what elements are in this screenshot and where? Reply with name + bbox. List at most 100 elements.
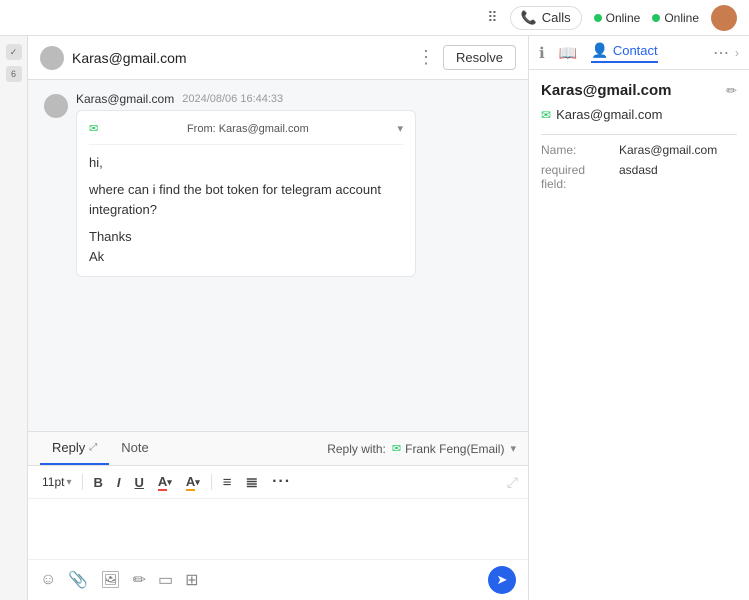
message-sender: Karas@gmail.com (76, 92, 174, 106)
online-badge-1: Online (594, 11, 641, 25)
reply-with-chevron-icon[interactable]: ▾ (510, 442, 516, 455)
from-chevron-icon[interactable]: ▾ (397, 121, 403, 138)
more-toolbar-button[interactable]: ··· (267, 470, 296, 494)
reply-tabs: Reply ⤢ Note Reply with: ✉ Frank Feng(Em… (28, 432, 528, 466)
panel-chevron-right-icon[interactable]: › (735, 46, 739, 60)
reply-with-email: ✉ Frank Feng(Email) (392, 442, 505, 456)
contact-email-header: Karas@gmail.com ✏ (541, 82, 737, 99)
expand-icon: ⤢ (89, 442, 97, 453)
apps-icon: ⠿ (487, 9, 497, 26)
message-group: Karas@gmail.com 2024/08/06 16:44:33 ✉ Fr… (44, 92, 512, 277)
strip-indicator-2: 6 (6, 66, 22, 82)
attach-icon[interactable]: 📎 (68, 570, 88, 590)
editor-toolbar: 11pt ▾ B I U A ▾ A ▾ (28, 466, 528, 499)
info-icon[interactable]: ℹ (539, 44, 545, 62)
left-strip: ✓ 6 (0, 36, 28, 600)
online-label-2: Online (664, 11, 699, 25)
contact-info: Karas@gmail.com ✏ ✉ Karas@gmail.com Name… (529, 70, 749, 203)
toolbar-divider-1 (82, 474, 83, 490)
chat-panel: Karas@gmail.com ⋮ Resolve Karas@gmail.co… (28, 36, 529, 600)
emoji-icon[interactable]: ☺ (40, 571, 56, 589)
right-panel: ℹ 📖 👤 Contact ⋯ › Karas@gmail.com ✏ ✉ Ka… (529, 36, 749, 600)
chat-header-left: Karas@gmail.com (40, 46, 187, 70)
chat-header: Karas@gmail.com ⋮ Resolve (28, 36, 528, 80)
chat-user-avatar (40, 46, 64, 70)
message-header: Karas@gmail.com 2024/08/06 16:44:33 (76, 92, 512, 106)
chat-user-name: Karas@gmail.com (72, 50, 187, 66)
online-label-1: Online (606, 11, 641, 25)
message-line3: Thanks (89, 227, 403, 247)
chat-header-right: ⋮ Resolve (417, 45, 516, 70)
message-from-label: From: Karas@gmail.com (187, 121, 309, 138)
message-from-row: ✉ From: Karas@gmail.com ▾ (89, 121, 403, 145)
panel-more-icon[interactable]: ⋯ (713, 43, 729, 63)
text-color-label: A (158, 474, 167, 491)
italic-button[interactable]: I (112, 472, 126, 493)
topbar: ⠿ 📞 Calls Online Online (0, 0, 749, 36)
send-button[interactable]: ➤ (488, 566, 516, 594)
contact-email-badge-icon: ✉ (541, 108, 551, 122)
underline-button[interactable]: U (130, 472, 149, 493)
message-line4: Ak (89, 247, 403, 267)
chat-more-icon[interactable]: ⋮ (417, 47, 435, 68)
message-line1: hi, (89, 153, 403, 173)
right-panel-icons: ℹ 📖 👤 Contact (539, 42, 658, 63)
send-icon: ➤ (497, 572, 508, 588)
editor-content[interactable] (28, 499, 528, 559)
tab-reply[interactable]: Reply ⤢ (40, 432, 109, 465)
editor-bottom: ☺ 📎 🖼 ✏ ▭ ⊞ ➤ (28, 559, 528, 600)
bottom-icons: ☺ 📎 🖼 ✏ ▭ ⊞ (40, 570, 199, 590)
resize-handle-icon[interactable]: ⤢ (507, 474, 518, 491)
email-from-icon: ✉ (89, 121, 98, 138)
chat-messages: Karas@gmail.com 2024/08/06 16:44:33 ✉ Fr… (28, 80, 528, 431)
phone-icon: 📞 (521, 10, 537, 26)
bold-button[interactable]: B (89, 472, 108, 493)
strip-indicator-1: ✓ (6, 44, 22, 60)
contact-person-icon: 👤 (591, 42, 608, 59)
main-layout: ✓ 6 Karas@gmail.com ⋮ Resolve Karas@gmai… (0, 36, 749, 600)
contact-field-name-label: Name: (541, 143, 611, 157)
font-size-select[interactable]: 11pt ▾ (38, 473, 76, 491)
toolbar-divider-2 (211, 474, 212, 490)
contact-divider (541, 134, 737, 135)
online-badge-2: Online (652, 11, 699, 25)
tab-reply-label: Reply (52, 440, 85, 455)
contact-email-text: Karas@gmail.com (556, 107, 662, 122)
highlight-button[interactable]: A ▾ (181, 471, 205, 494)
reply-with: Reply with: ✉ Frank Feng(Email) ▾ (327, 442, 516, 456)
font-size-chevron-icon: ▾ (66, 477, 71, 488)
email-icon-small: ✉ (392, 442, 401, 455)
contact-field-name-row: Name: Karas@gmail.com (541, 143, 737, 157)
contact-required-label: required field: (541, 163, 611, 191)
message-bubble: ✉ From: Karas@gmail.com ▾ hi, where can … (76, 110, 416, 277)
numbered-list-button[interactable]: ≣ (241, 470, 264, 494)
highlight-label: A (186, 474, 195, 491)
user-avatar[interactable] (711, 5, 737, 31)
reply-area: Reply ⤢ Note Reply with: ✉ Frank Feng(Em… (28, 431, 528, 600)
template-icon[interactable]: ▭ (158, 570, 173, 590)
calls-button[interactable]: 📞 Calls (510, 6, 582, 30)
text-color-chevron-icon: ▾ (167, 477, 172, 488)
resolve-button[interactable]: Resolve (443, 45, 516, 70)
reply-with-label: Reply with: (327, 442, 386, 456)
signature-icon[interactable]: ✏ (133, 570, 146, 590)
text-color-button[interactable]: A ▾ (153, 471, 177, 494)
font-size-value: 11pt (42, 475, 64, 489)
online-dot-1 (594, 14, 602, 22)
message-content: Karas@gmail.com 2024/08/06 16:44:33 ✉ Fr… (76, 92, 512, 277)
calls-label: Calls (542, 10, 571, 25)
tab-contact[interactable]: 👤 Contact (591, 42, 657, 63)
bold-label: B (94, 475, 103, 490)
more-bottom-icon[interactable]: ⊞ (185, 570, 198, 590)
book-icon[interactable]: 📖 (559, 44, 578, 62)
online-dot-2 (652, 14, 660, 22)
tab-note[interactable]: Note (109, 432, 160, 465)
reply-with-value: Frank Feng(Email) (405, 442, 504, 456)
image-icon[interactable]: 🖼 (100, 570, 120, 590)
underline-label: U (135, 475, 144, 490)
bullet-list-icon: ≡ (223, 474, 232, 491)
edit-icon[interactable]: ✏ (726, 83, 737, 99)
numbered-list-icon: ≣ (246, 473, 259, 491)
bullet-list-button[interactable]: ≡ (218, 471, 237, 494)
contact-required-value: asdasd (619, 163, 658, 191)
